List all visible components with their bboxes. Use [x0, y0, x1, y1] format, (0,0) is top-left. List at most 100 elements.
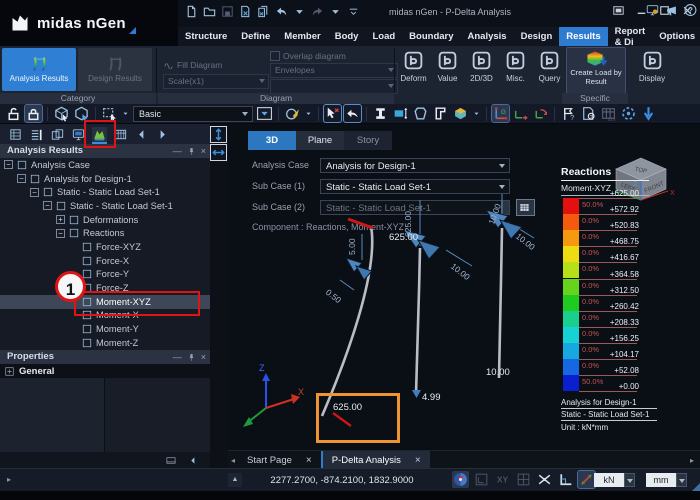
- undock-icon[interactable]: —: [173, 144, 182, 158]
- chevron-down-icon[interactable]: [472, 105, 481, 122]
- menu-tab-define[interactable]: Define: [234, 27, 277, 46]
- extrude-icon[interactable]: [412, 105, 429, 122]
- window-bottom-icon[interactable]: [164, 455, 178, 466]
- pin-icon[interactable]: [187, 146, 196, 157]
- resize-grip[interactable]: [692, 483, 700, 491]
- collapse-left-icon[interactable]: [186, 455, 200, 466]
- close-panel-icon[interactable]: ×: [201, 144, 206, 158]
- misc--button[interactable]: Misc.: [500, 48, 531, 91]
- length-unit-select[interactable]: mm: [646, 473, 687, 487]
- chevron-down-icon[interactable]: [304, 105, 313, 122]
- model-view[interactable]: 3DPlaneStory Analysis Case Analysis for …: [228, 124, 700, 450]
- message-toggle-icon[interactable]: ▸: [7, 475, 11, 484]
- notice-icon[interactable]: [664, 3, 679, 17]
- style-icon[interactable]: [610, 3, 627, 18]
- close-doc-icon[interactable]: [238, 4, 253, 19]
- ucs-rotate-icon[interactable]: [532, 105, 549, 122]
- close-tab-icon[interactable]: ×: [415, 455, 421, 466]
- fill-diagram-label[interactable]: Fill Diagram: [177, 60, 222, 70]
- chevron-down-icon[interactable]: [121, 105, 130, 122]
- cursor-x-icon[interactable]: [324, 105, 341, 122]
- section-i-icon[interactable]: [372, 105, 389, 122]
- group-tree-icon[interactable]: [50, 127, 65, 142]
- open-icon[interactable]: [202, 4, 217, 19]
- next-icon[interactable]: [155, 127, 170, 142]
- menu-tab-member[interactable]: Member: [277, 27, 327, 46]
- length-unit-dropdown[interactable]: [676, 473, 687, 487]
- new-doc-icon[interactable]: [184, 4, 199, 19]
- grid-status-icon[interactable]: [515, 471, 532, 488]
- deform-button[interactable]: Deform: [398, 48, 429, 91]
- tree-item-static-static-load-set-1[interactable]: −Static - Static Load Set-1: [0, 199, 210, 213]
- horizontal-fit-icon[interactable]: [211, 145, 226, 160]
- menu-tab-structure[interactable]: Structure: [178, 27, 234, 46]
- overlap-diagram-checkbox[interactable]: [270, 51, 280, 61]
- close-tab-icon[interactable]: ×: [306, 455, 312, 466]
- menu-tab-results[interactable]: Results: [559, 27, 607, 46]
- tree-item-deformations[interactable]: +Deformations: [0, 213, 210, 227]
- rotate-icon[interactable]: [452, 471, 469, 488]
- value-button[interactable]: Value: [432, 48, 463, 91]
- design-results-button[interactable]: Design Results: [78, 48, 152, 91]
- intersect-icon[interactable]: [536, 471, 553, 488]
- vertical-fit-icon[interactable]: [211, 127, 226, 142]
- expand-node-icon[interactable]: +: [56, 215, 65, 224]
- document-tab-start-page[interactable]: Start Page×: [238, 451, 321, 469]
- tree-item-moment-y[interactable]: Moment-Y: [0, 322, 210, 336]
- redo-icon[interactable]: [310, 4, 325, 19]
- profile-icon[interactable]: [432, 105, 449, 122]
- collapse-node-icon[interactable]: −: [30, 188, 39, 197]
- tree-item-force-y[interactable]: Force-Y: [0, 268, 210, 282]
- collapse-node-icon[interactable]: −: [17, 174, 26, 183]
- force-unit-dropdown[interactable]: [624, 473, 635, 487]
- ucs-status-icon[interactable]: [473, 471, 490, 488]
- menu-tab-design[interactable]: Design: [514, 27, 560, 46]
- circle-select-icon[interactable]: [620, 105, 637, 122]
- tab-scroll-right-icon[interactable]: ▸: [690, 456, 694, 465]
- measure-icon[interactable]: [578, 471, 595, 488]
- help-icon[interactable]: ?: [683, 3, 698, 17]
- lock-icon[interactable]: [25, 105, 42, 122]
- section-box-icon[interactable]: [392, 105, 409, 122]
- ucs-icon[interactable]: G: [492, 105, 509, 122]
- analysis-results-button[interactable]: Analysis Results: [2, 48, 76, 91]
- query-button[interactable]: Query: [534, 48, 565, 91]
- document-tab-p-delta-analysis[interactable]: P-Delta Analysis×: [321, 451, 430, 469]
- menu-tab-analysis[interactable]: Analysis: [461, 27, 514, 46]
- flag-query-icon[interactable]: ?: [560, 105, 577, 122]
- prev-icon[interactable]: [134, 127, 149, 142]
- scale-select[interactable]: Scale(x1): [163, 74, 269, 89]
- undo-icon[interactable]: [274, 4, 289, 19]
- compass-pen-icon[interactable]: [284, 105, 301, 122]
- cursor-back-icon[interactable]: [344, 105, 361, 122]
- force-unit-select[interactable]: kN: [594, 473, 635, 487]
- tree-item-force-x[interactable]: Force-X: [0, 254, 210, 268]
- tree-item-static-static-load-set-1[interactable]: −Static - Static Load Set-1: [0, 185, 210, 199]
- envelopes-select[interactable]: Envelopes: [270, 63, 398, 78]
- undock-icon[interactable]: —: [173, 350, 182, 364]
- close-all-icon[interactable]: [256, 4, 271, 19]
- feedback-icon[interactable]: [645, 3, 660, 17]
- display-preset-select[interactable]: Basic: [133, 106, 253, 122]
- expand-plus-icon[interactable]: [4, 366, 15, 377]
- tree-item-analysis-for-design-1[interactable]: −Analysis for Design-1: [0, 172, 210, 186]
- tables-icon[interactable]: [29, 127, 44, 142]
- menu-tab-boundary[interactable]: Boundary: [402, 27, 460, 46]
- expand-status-icon[interactable]: ▲: [228, 473, 242, 487]
- tree-item-analysis-case[interactable]: −Analysis Case: [0, 158, 210, 172]
- ucs-move-icon[interactable]: [512, 105, 529, 122]
- collapse-node-icon[interactable]: −: [43, 201, 52, 210]
- chevron-down-icon[interactable]: [292, 4, 307, 19]
- create-load-by-result-button[interactable]: Create Load by Result: [566, 47, 626, 94]
- tab-scroll-left-icon[interactable]: ◂: [231, 456, 235, 465]
- 2d-3d-button[interactable]: 2D/3D: [466, 48, 497, 91]
- tree-item-force-xyz[interactable]: Force-XYZ: [0, 240, 210, 254]
- ortho-icon[interactable]: [557, 471, 574, 488]
- save-icon[interactable]: [220, 4, 235, 19]
- collapse-node-icon[interactable]: −: [56, 229, 65, 238]
- menu-tab-options[interactable]: Options: [652, 27, 700, 46]
- menu-tab-load[interactable]: Load: [365, 27, 402, 46]
- plane-status-icon[interactable]: XY: [494, 471, 511, 488]
- solid-icon[interactable]: [452, 105, 469, 122]
- view-iso-icon[interactable]: [53, 105, 70, 122]
